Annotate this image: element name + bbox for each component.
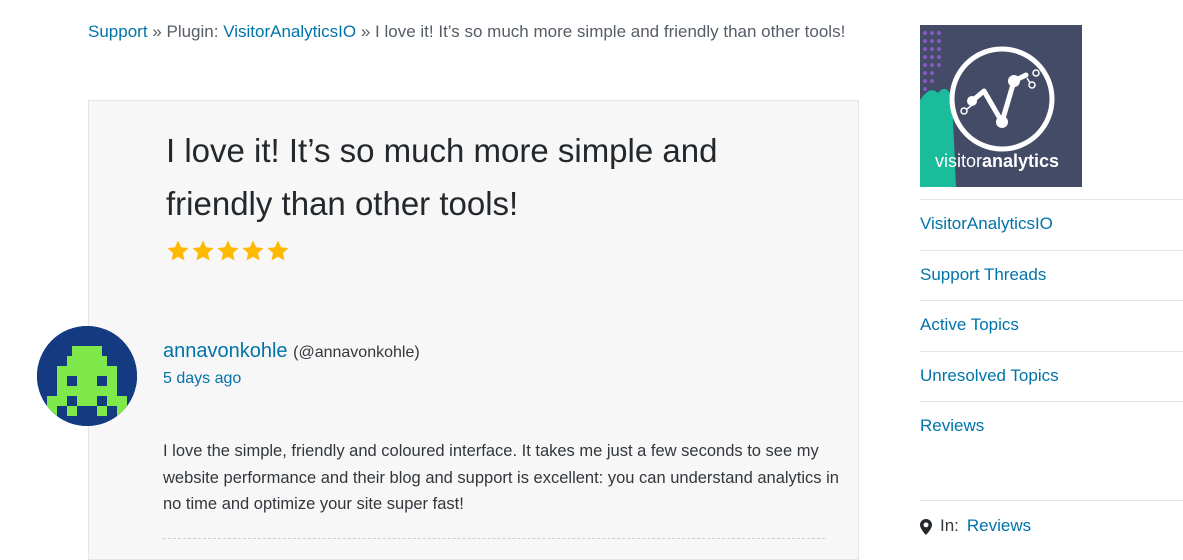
topic-forum-meta: In: Reviews	[920, 500, 1183, 538]
star-rating	[166, 239, 290, 263]
sidebar-nav: VisitorAnalyticsIO Support Threads Activ…	[920, 199, 1183, 452]
sidebar-item-support-threads[interactable]: Support Threads	[920, 249, 1183, 301]
star-icon	[217, 240, 239, 261]
sidebar-item-label[interactable]: Reviews	[920, 416, 984, 435]
breadcrumb-plugin-prefix: Plugin:	[166, 22, 219, 41]
plugin-banner[interactable]: visitoranalytics	[920, 25, 1082, 187]
banner-text-bold: analytics	[982, 151, 1059, 171]
banner-text-light: visitor	[935, 151, 982, 171]
review-date-link[interactable]: 5 days ago	[163, 368, 241, 390]
sidebar-item-plugin[interactable]: VisitorAnalyticsIO	[920, 199, 1183, 250]
star-icon	[242, 240, 264, 261]
breadcrumb-separator: »	[152, 22, 162, 41]
avatar-pixel-icon	[37, 326, 137, 426]
breadcrumb-current: I love it! It’s so much more simple and …	[375, 22, 846, 41]
star-icon	[267, 240, 289, 261]
meta-prefix: In:	[940, 516, 959, 535]
sidebar-item-label[interactable]: Support Threads	[920, 265, 1046, 284]
avatar[interactable]	[37, 326, 137, 426]
review-body: I love the simple, friendly and coloured…	[163, 442, 839, 513]
breadcrumb: Support » Plugin: VisitorAnalyticsIO » I…	[88, 18, 863, 46]
divider	[163, 538, 825, 539]
sidebar-item-label[interactable]: VisitorAnalyticsIO	[920, 214, 1053, 233]
review-title: I love it! It’s so much more simple and …	[166, 132, 718, 222]
sidebar-item-label[interactable]: Unresolved Topics	[920, 366, 1059, 385]
sidebar-item-reviews[interactable]: Reviews	[920, 401, 1183, 452]
star-icon	[167, 240, 189, 261]
sidebar-item-unresolved-topics[interactable]: Unresolved Topics	[920, 350, 1183, 402]
breadcrumb-support-link[interactable]: Support	[88, 22, 148, 41]
star-icon	[192, 240, 214, 261]
breadcrumb-plugin-link[interactable]: VisitorAnalyticsIO	[223, 22, 356, 41]
review-author: annavonkohle (@annavonkohle)	[163, 338, 420, 366]
meta-forum-link[interactable]: Reviews	[967, 514, 1031, 538]
location-pin-icon	[920, 518, 932, 535]
breadcrumb-separator: »	[360, 22, 371, 41]
author-handle: (@annavonkohle)	[293, 344, 420, 361]
sidebar-item-label[interactable]: Active Topics	[920, 315, 1019, 334]
svg-text:visitoranalytics: visitoranalytics	[935, 151, 1059, 171]
author-name-link[interactable]: annavonkohle	[163, 340, 288, 362]
sidebar-item-active-topics[interactable]: Active Topics	[920, 300, 1183, 351]
